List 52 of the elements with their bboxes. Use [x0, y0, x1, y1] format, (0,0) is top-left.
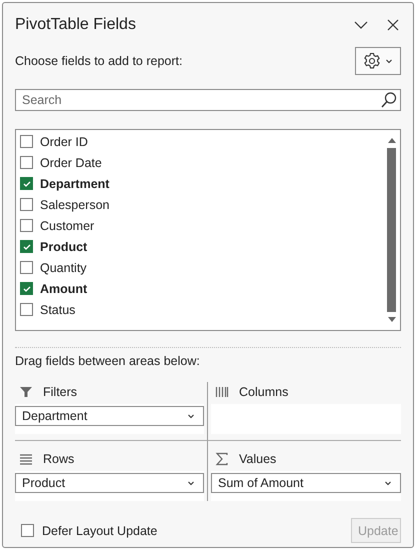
sigma-icon [215, 452, 229, 466]
area-label: Values [239, 452, 276, 466]
drop-zone[interactable]: Department [15, 404, 204, 434]
checkbox-label: Defer Layout Update [42, 524, 158, 538]
checkbox[interactable] [20, 177, 33, 190]
drop-zone[interactable]: Sum of Amount [211, 471, 401, 501]
field-dropdown[interactable]: Department [15, 406, 204, 426]
field-name[interactable]: Amount [40, 282, 88, 296]
checkbox[interactable] [20, 198, 33, 211]
checkbox[interactable] [20, 282, 33, 295]
checkmark-icon [22, 242, 32, 252]
checkmark-icon [22, 178, 32, 188]
search-icon[interactable] [380, 91, 398, 109]
checkbox[interactable] [20, 303, 33, 316]
settings-button[interactable] [355, 47, 401, 75]
field-name[interactable]: Product [40, 240, 88, 254]
field-name[interactable]: Department [40, 176, 110, 190]
areas-heading: Drag fields between areas below: [15, 354, 201, 368]
checkbox[interactable] [20, 240, 33, 253]
filter-icon [19, 385, 33, 399]
scrollbar-thumb[interactable] [387, 148, 396, 312]
area-label: Filters [43, 385, 78, 399]
close-icon[interactable] [385, 17, 401, 33]
caret-icon [187, 479, 195, 487]
checkbox[interactable] [20, 135, 33, 148]
field-name[interactable]: Quantity [40, 260, 87, 274]
rows-icon [19, 452, 33, 466]
area-label: Rows [43, 452, 74, 466]
area-label: Columns [239, 385, 288, 399]
field-name[interactable]: Customer [40, 218, 94, 232]
checkmark-icon [22, 284, 32, 294]
instruction-text: Choose fields to add to report: [15, 54, 182, 68]
checkbox[interactable] [20, 261, 33, 274]
scroll-down-icon[interactable] [386, 316, 396, 324]
panel-title: PivotTable Fields [15, 16, 137, 34]
scroll-up-icon[interactable] [386, 136, 396, 144]
checkbox[interactable] [21, 524, 34, 537]
columns-icon [215, 385, 229, 399]
gear-icon [363, 52, 381, 70]
checkbox[interactable] [20, 219, 33, 232]
search-field[interactable]: Search [15, 89, 401, 111]
checkbox[interactable] [20, 156, 33, 169]
caret-icon [385, 57, 393, 65]
field-name[interactable]: Order Date [40, 156, 102, 170]
caret-icon [187, 412, 195, 420]
drop-zone[interactable]: Product [15, 471, 204, 501]
field-dropdown[interactable]: Product [15, 473, 204, 493]
field-name[interactable]: Order ID [40, 134, 88, 148]
field-name[interactable]: Salesperson [40, 198, 110, 212]
field-dropdown[interactable]: Sum of Amount [211, 473, 401, 493]
caret-icon [384, 479, 392, 487]
field-name[interactable]: Status [40, 302, 76, 316]
